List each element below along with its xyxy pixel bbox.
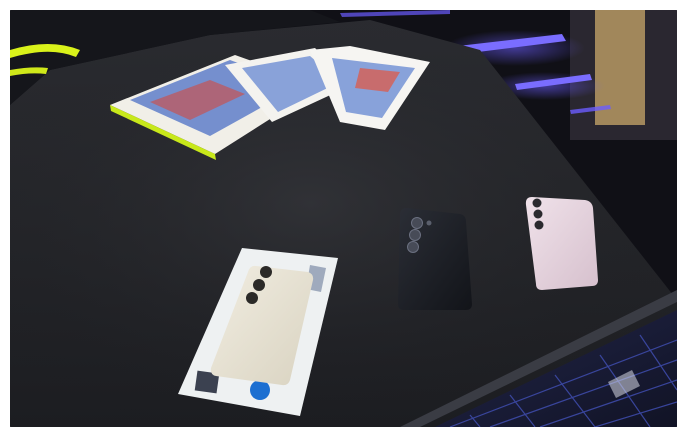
camera-lens-3 [407, 241, 419, 253]
card-logo-icon [250, 380, 270, 400]
flash-icon [426, 220, 432, 226]
camera-lens-1 [260, 266, 272, 278]
black-phone-body [398, 207, 472, 310]
camera-lens-3 [534, 220, 544, 230]
camera-lens-2 [253, 279, 265, 291]
camera-lens-1 [411, 217, 423, 229]
photo-scene [10, 10, 677, 427]
pink-phone [525, 197, 598, 290]
camera-lens-2 [533, 209, 543, 219]
camera-lens-1 [532, 198, 542, 208]
camera-lens-3 [246, 292, 258, 304]
camera-lens-2 [409, 229, 421, 241]
product-photo [10, 10, 677, 427]
black-phone [398, 207, 472, 310]
